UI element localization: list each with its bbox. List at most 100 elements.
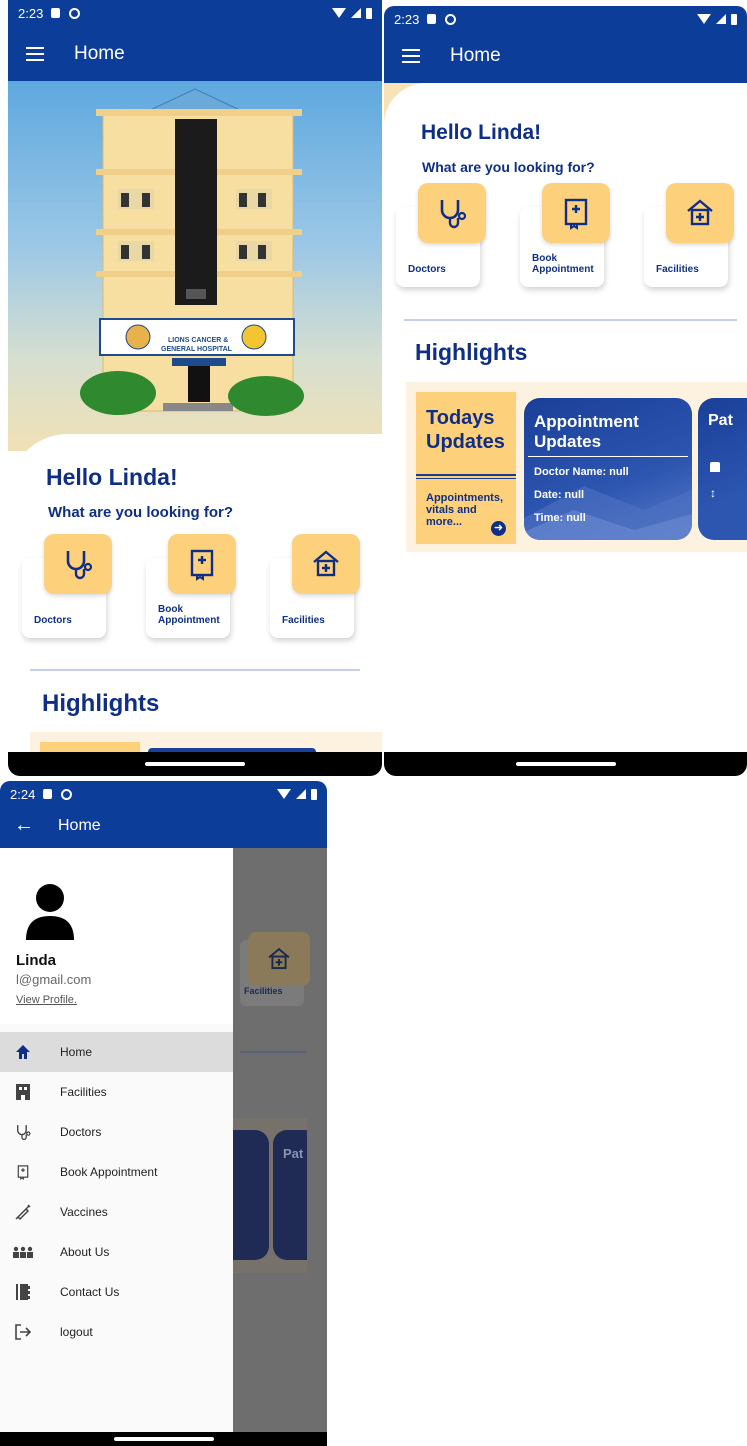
drawer-item-label: Home — [60, 1045, 93, 1059]
app-bar: Home — [384, 28, 747, 83]
todays-updates-desc-line1: Appointments, — [426, 492, 503, 504]
gesture-navigation-bar[interactable] — [8, 752, 382, 776]
appointment-updates-title-line2: Updates — [534, 432, 602, 451]
sim-icon — [43, 789, 53, 799]
app-bar-title: Home — [58, 816, 101, 834]
drawer-item-vaccines[interactable]: Vaccines — [0, 1192, 233, 1232]
drawer-item-logout[interactable]: logout — [0, 1312, 233, 1352]
syringe-icon — [11, 1203, 35, 1221]
sim-icon — [51, 8, 61, 18]
gesture-navigation-bar[interactable] — [0, 1432, 327, 1446]
view-profile-link[interactable]: View Profile. — [16, 994, 77, 1006]
section-divider — [30, 669, 360, 671]
patient-card-title: Pat — [283, 1146, 304, 1161]
drawer-item-label: Vaccines — [60, 1205, 108, 1219]
appointment-updates-card[interactable]: Appointment Updates Doctor Name: null Dat… — [524, 398, 692, 540]
status-time: 2:23 — [394, 11, 420, 27]
appointment-book-icon — [168, 534, 236, 594]
signal-icon — [716, 14, 726, 24]
todays-updates-divider — [416, 474, 516, 479]
battery-icon — [311, 788, 317, 800]
book-appointment-card[interactable]: Book Appointment — [146, 534, 236, 638]
drawer-item-label: Contact Us — [60, 1285, 120, 1299]
drawer-item-contact-us[interactable]: Contact Us — [0, 1272, 233, 1312]
doctors-card[interactable]: Doctors — [396, 183, 486, 287]
drawer-item-home[interactable]: Home — [0, 1032, 233, 1072]
drawer-header: Linda l@gmail.com View Profile. — [0, 848, 233, 1024]
stethoscope-icon — [44, 534, 112, 594]
sim-icon — [427, 14, 437, 24]
todays-updates-card[interactable]: Todays Updates Appointments, vitals and mor… — [416, 392, 516, 544]
doctors-card[interactable]: Doctors — [22, 534, 112, 638]
todays-updates-card-preview[interactable] — [40, 742, 140, 752]
facilities-card[interactable]: Facilities — [644, 183, 734, 287]
hamburger-menu-icon[interactable] — [402, 48, 420, 63]
signal-icon — [351, 8, 361, 18]
signal-icon — [296, 789, 306, 799]
section-divider-dimmed — [240, 1051, 307, 1053]
appointment-updates-divider — [528, 456, 688, 457]
hospital-sign-text-line1: LIONS CANCER & — [168, 337, 229, 344]
highlights-carousel[interactable]: Todays Updates Appointments, vitals and mor… — [406, 382, 747, 552]
greeting-title: Hello Linda! — [421, 121, 542, 144]
drawer-item-label: Facilities — [60, 1085, 107, 1099]
drawer-item-book-appointment[interactable]: Book Appointment — [0, 1152, 233, 1192]
hospital-icon — [292, 534, 360, 594]
app-bar: ← Home — [0, 803, 327, 848]
battery-icon — [366, 7, 372, 19]
book-appointment-card[interactable]: Book Appointment — [520, 183, 610, 287]
doctors-card-label: Doctors — [408, 264, 446, 275]
highlights-title: Highlights — [415, 339, 528, 365]
appointment-book-icon — [542, 183, 610, 243]
todays-updates-desc-line3: more... — [426, 516, 463, 528]
greeting-title: Hello Linda! — [46, 464, 178, 490]
avatar — [26, 884, 74, 940]
home-screen-scrolled: 2:23 Home Hello Linda! What are you look… — [384, 6, 747, 776]
time-value: Time: null — [534, 512, 586, 524]
todays-updates-desc-line2: vitals and — [426, 504, 477, 516]
drawer-item-facilities[interactable]: Facilities — [0, 1072, 233, 1112]
sync-icon — [445, 13, 457, 25]
appointment-updates-title-line1: Appointment — [534, 412, 639, 431]
book-appointment-card-label: Book Appointment — [158, 604, 220, 626]
facilities-card-label: Facilities — [282, 615, 325, 626]
people-icon — [11, 1246, 35, 1258]
wifi-icon — [332, 8, 346, 18]
section-divider — [404, 319, 737, 321]
patient-card-title: Pat — [708, 412, 733, 429]
sync-icon — [61, 788, 73, 800]
doctor-name-value: Doctor Name: null — [534, 466, 629, 478]
home-icon — [11, 1044, 35, 1060]
app-bar: Home — [8, 26, 382, 81]
highlights-title: Highlights — [42, 690, 160, 717]
wifi-icon — [697, 14, 711, 24]
date-value: Date: null — [534, 489, 585, 501]
app-bar-title: Home — [74, 42, 125, 64]
highlights-strip-preview — [30, 732, 382, 752]
status-time: 2:23 — [18, 5, 44, 21]
user-email: l@gmail.com — [16, 972, 92, 987]
building-icon — [11, 1083, 35, 1101]
battery-icon — [731, 13, 737, 25]
hospital-icon — [666, 183, 734, 243]
status-bar: 2:23 — [8, 0, 382, 26]
appointment-card-dimmed — [233, 1130, 269, 1260]
patient-vitals-card[interactable]: Pat ↕ — [698, 398, 747, 540]
user-name: Linda — [16, 952, 56, 969]
facilities-card-label: Facilities — [244, 986, 283, 996]
drawer-item-about-us[interactable]: About Us — [0, 1232, 233, 1272]
drawer-item-doctors[interactable]: Doctors — [0, 1112, 233, 1152]
facilities-card[interactable]: Facilities — [270, 534, 360, 638]
home-content-sheet: Hello Linda! What are you looking for? D… — [8, 434, 382, 752]
drawer-item-label: Book Appointment — [60, 1165, 158, 1179]
status-time: 2:24 — [10, 786, 36, 802]
arrow-right-icon[interactable]: ➜ — [491, 521, 506, 536]
hamburger-menu-icon[interactable] — [26, 46, 44, 61]
hospital-hero-image: LIONS CANCER & GENERAL HOSPITAL — [8, 81, 382, 451]
stethoscope-icon — [418, 183, 486, 243]
highlights-strip-dimmed: Pat — [233, 1118, 307, 1273]
back-arrow-icon[interactable]: ← — [14, 814, 34, 837]
home-screen: 2:23 Home LIONS CANCER & GENERAL HOSPITA… — [8, 0, 382, 776]
navigation-drawer-screen: 2:24 ← Home Facilities Pat Linda l@gmail… — [0, 781, 327, 1446]
gesture-navigation-bar[interactable] — [384, 752, 747, 776]
